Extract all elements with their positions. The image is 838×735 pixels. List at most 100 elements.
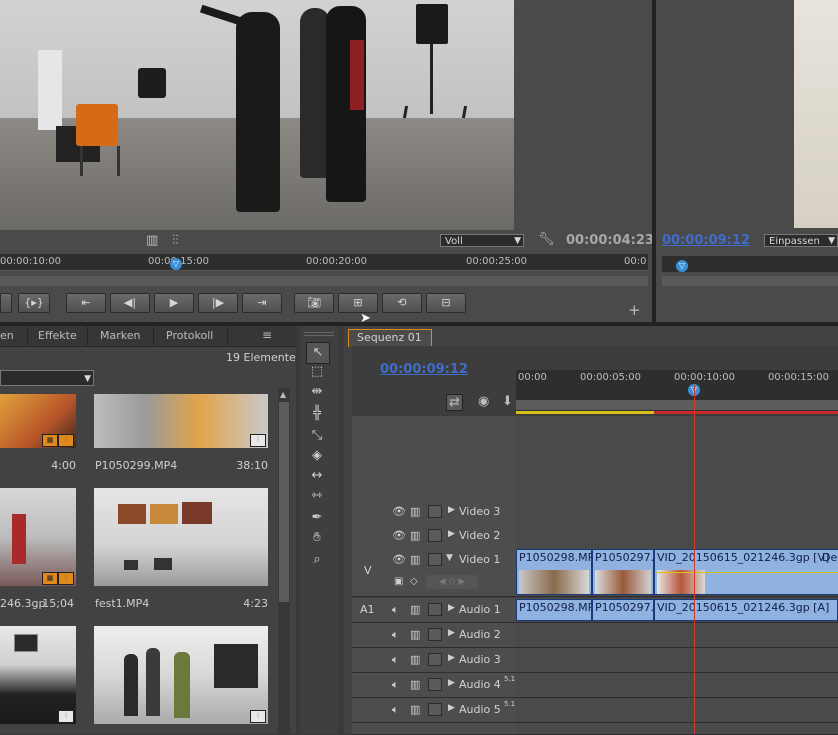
snap-icon[interactable]: ⇄ xyxy=(446,394,463,411)
playhead-icon[interactable]: ▽ xyxy=(170,258,182,270)
expand-icon[interactable]: ▶ xyxy=(448,529,455,539)
overwrite-button[interactable]: ⊟ xyxy=(426,293,466,313)
lock-toggle[interactable] xyxy=(428,529,442,542)
step-forward-button[interactable]: |▶ xyxy=(198,293,238,313)
zoom-select[interactable]: Einpassen ▼ xyxy=(764,234,838,247)
clip-thumbnail[interactable]: ⫶ xyxy=(0,626,76,724)
lock-toggle[interactable] xyxy=(428,678,442,691)
film-icon[interactable]: ▥ xyxy=(410,628,424,641)
clip-name[interactable]: P1050299.MP4 xyxy=(95,459,177,472)
loop-button[interactable]: ⟲ xyxy=(382,293,422,313)
video-clip[interactable]: P1050298.MP4 xyxy=(516,549,592,595)
track-video-3[interactable]: 👁︎ ▥ ▶ Video 3 xyxy=(352,500,838,525)
film-icon[interactable]: ▥ xyxy=(410,529,424,542)
panel-menu-icon[interactable]: ≡ xyxy=(262,328,272,342)
plus-icon[interactable]: + xyxy=(628,301,641,319)
go-to-out-button[interactable]: ⇥ xyxy=(242,293,282,313)
expand-icon[interactable]: ▶ xyxy=(448,678,455,688)
hand-tool-icon[interactable]: ✋︎ xyxy=(306,528,328,548)
speaker-icon[interactable]: 🔈︎ xyxy=(392,653,406,666)
playhead-line[interactable] xyxy=(694,385,695,734)
pen-tool-icon[interactable]: ✒ xyxy=(306,508,328,528)
track-audio-3[interactable]: 🔈︎ ▥ ▶ Audio 3 xyxy=(352,648,838,673)
rate-stretch-tool-icon[interactable]: ⤡ xyxy=(306,426,328,446)
work-area-bar[interactable] xyxy=(516,400,838,410)
clip-name[interactable]: fest1.MP4 xyxy=(95,597,149,610)
film-icon[interactable]: ▥ xyxy=(410,505,424,518)
razor-tool-icon[interactable]: ◈ xyxy=(306,446,328,466)
eye-icon[interactable]: 👁︎ xyxy=(392,505,406,518)
program-timecode[interactable]: 00:00:09:12 xyxy=(662,233,750,248)
track-audio-5[interactable]: 🔈︎ ▥ ▶ Audio 5 5.1 xyxy=(352,698,838,723)
selection-tool-icon[interactable]: ↖ xyxy=(306,342,330,364)
keyframe-icon[interactable]: ◇ xyxy=(410,576,418,587)
program-zoom-scrollbar[interactable] xyxy=(662,276,838,286)
expand-icon[interactable]: ▶ xyxy=(448,505,455,515)
track-audio-2[interactable]: 🔈︎ ▥ ▶ Audio 2 xyxy=(352,623,838,648)
track-select-tool-icon[interactable]: ⬚ xyxy=(306,362,328,382)
tab-markers[interactable]: Marken xyxy=(90,326,154,346)
clip-thumbnail[interactable]: ▦ ⫶ xyxy=(0,394,76,448)
mark-in-button[interactable] xyxy=(0,293,12,313)
audio-clip[interactable]: VID_20150615_021246.3gp [A] xyxy=(654,599,838,621)
clip-thumbnail[interactable]: ⫶ xyxy=(94,394,268,448)
lock-toggle[interactable] xyxy=(428,553,442,566)
bin-filter-select[interactable]: ▼ xyxy=(0,370,94,386)
track-audio-1[interactable]: A1 🔈︎ ▥ ▶ Audio 1 P1050298.MP4 P1050297.… xyxy=(352,598,838,623)
film-icon[interactable]: ▥ xyxy=(410,553,424,566)
lock-toggle[interactable] xyxy=(428,653,442,666)
source-time-ruler[interactable]: 00:00:10:00 00:00:15:00 00:00:20:00 00:0… xyxy=(0,254,648,522)
camera-icon[interactable]: 📷︎ xyxy=(294,293,334,313)
film-icon[interactable]: ▥ xyxy=(410,603,424,616)
tab-sequence[interactable]: Sequenz 01 ✕ xyxy=(348,329,432,360)
source-patch-v[interactable]: V xyxy=(364,564,372,577)
track-video-1[interactable]: V 👁︎ ▥ ▼ Video 1 ▣ ◇ ◀ ◇ ▶ P1050298.MP4 … xyxy=(352,548,838,597)
scrollbar-thumb[interactable] xyxy=(279,402,289,602)
scroll-up-icon[interactable]: ▲ xyxy=(280,390,286,399)
opacity-line[interactable] xyxy=(655,572,838,573)
audio-clip[interactable]: P1050298.MP4 xyxy=(516,599,592,621)
insert-button[interactable]: ⊞ xyxy=(338,293,378,313)
eye-icon[interactable]: 👁︎ xyxy=(392,553,406,566)
lock-toggle[interactable] xyxy=(428,505,442,518)
project-scrollbar[interactable]: ▲ xyxy=(278,388,290,734)
rolling-edit-tool-icon[interactable]: ╬ xyxy=(306,404,328,424)
play-button[interactable]: ▶ xyxy=(154,293,194,313)
expand-icon[interactable]: ▶ xyxy=(448,703,455,713)
clip-thumbnail[interactable]: ⫶ xyxy=(94,626,268,724)
film-icon[interactable]: ▥ xyxy=(410,678,424,691)
source-patch-a[interactable]: A1 xyxy=(360,603,375,616)
playhead-icon[interactable]: ▽ xyxy=(676,260,688,272)
eye-icon[interactable]: 👁︎ xyxy=(392,529,406,542)
keyframe-navigator[interactable]: ◀ ◇ ▶ xyxy=(426,575,478,589)
go-to-in-out-button[interactable]: {▸} xyxy=(18,293,50,313)
ripple-edit-tool-icon[interactable]: ⇹ xyxy=(306,382,328,402)
video-clip[interactable]: P1050297.M xyxy=(592,549,654,595)
program-time-ruler[interactable]: ▽ xyxy=(662,256,838,272)
speaker-icon[interactable]: 🔈︎ xyxy=(392,678,406,691)
audio-waveform-icon[interactable]: ⫶⫶ xyxy=(172,233,179,248)
step-back-button[interactable]: ◀| xyxy=(110,293,150,313)
add-marker-icon[interactable]: ⬇ xyxy=(502,394,513,409)
marker-icon[interactable]: ◉ xyxy=(478,394,489,409)
expand-icon[interactable]: ▶ xyxy=(448,628,455,638)
speaker-icon[interactable]: 🔈︎ xyxy=(392,603,406,616)
speaker-icon[interactable]: 🔈︎ xyxy=(392,628,406,641)
wrench-icon[interactable]: 🔧︎ xyxy=(538,232,555,247)
audio-clip[interactable]: P1050297.M xyxy=(592,599,654,621)
slide-tool-icon[interactable]: ⇿ xyxy=(306,486,328,506)
film-icon[interactable]: ▥ xyxy=(410,653,424,666)
tab-project[interactable]: en xyxy=(0,326,28,346)
tab-effects[interactable]: Effekte xyxy=(28,326,88,346)
track-audio-4[interactable]: 🔈︎ ▥ ▶ Audio 4 5.1 xyxy=(352,673,838,698)
speaker-icon[interactable]: 🔈︎ xyxy=(392,703,406,716)
quality-select[interactable]: Voll ▼ xyxy=(440,234,524,247)
track-audio-6[interactable] xyxy=(352,723,838,735)
zoom-tool-icon[interactable]: ⌕ xyxy=(306,550,328,570)
video-clip[interactable]: VID_20150615_021246.3gp [V] xyxy=(654,549,838,595)
film-icon[interactable]: ▥ xyxy=(146,233,158,248)
display-style-icon[interactable]: ▣ xyxy=(394,576,403,587)
source-zoom-scrollbar[interactable] xyxy=(0,276,648,286)
expand-icon[interactable]: ▶ xyxy=(448,653,455,663)
collapse-icon[interactable]: ▼ xyxy=(446,553,453,563)
